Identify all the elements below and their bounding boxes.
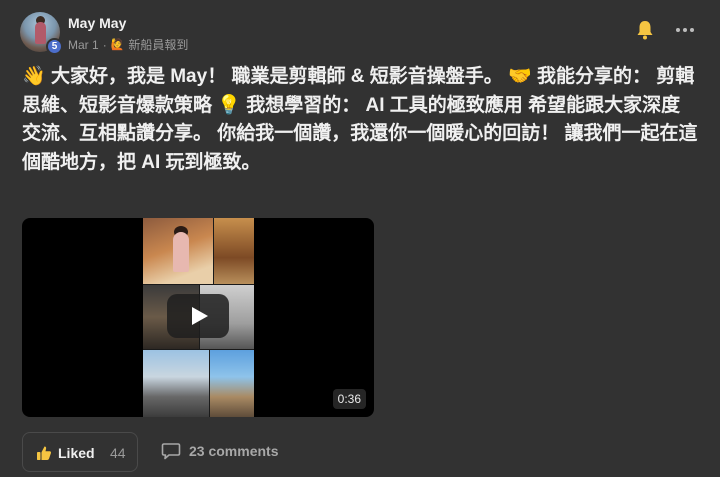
author-name[interactable]: May May bbox=[68, 15, 126, 31]
thumbnail-cell-restaurant bbox=[143, 218, 213, 284]
like-count[interactable]: 44 bbox=[110, 445, 126, 461]
post-header: 5 May May Mar 1 · 🙋 新船員報到 bbox=[20, 12, 700, 56]
play-icon[interactable] bbox=[167, 294, 229, 338]
category-label[interactable]: 新船員報到 bbox=[128, 36, 188, 53]
thumbs-up-icon bbox=[37, 446, 52, 460]
category-emoji-icon: 🙋 bbox=[110, 39, 125, 51]
like-label: Liked bbox=[58, 445, 95, 461]
light-bulb-emoji-icon: 💡 bbox=[217, 94, 241, 116]
post-date[interactable]: Mar 1 bbox=[68, 38, 99, 52]
thumbnail-cell-wood-shelves bbox=[214, 218, 254, 284]
comments-label: 23 comments bbox=[189, 443, 279, 459]
avatar-figure bbox=[35, 22, 46, 44]
thumbnail-cell-street bbox=[143, 350, 209, 417]
like-button[interactable]: Liked 44 bbox=[22, 432, 138, 472]
thumbnail-cell-harbor bbox=[210, 350, 254, 417]
waving-hand-emoji-icon: 👋 bbox=[22, 66, 46, 87]
thumbnail-person bbox=[173, 232, 189, 272]
meta-separator: · bbox=[102, 37, 107, 52]
video-player[interactable]: 0:36 bbox=[22, 218, 374, 417]
level-badge: 5 bbox=[46, 38, 63, 55]
post-meta: Mar 1 · 🙋 新船員報到 bbox=[68, 36, 188, 53]
comments-link[interactable]: 23 comments bbox=[161, 442, 278, 460]
handshake-emoji-icon: 🤝 bbox=[508, 66, 532, 87]
more-options-icon[interactable] bbox=[674, 22, 696, 38]
comment-icon bbox=[161, 443, 181, 460]
video-duration: 0:36 bbox=[332, 389, 366, 409]
post-body-intro: 大家好，我是 May！ 職業是剪輯師 & 短影音操盤手。 bbox=[50, 66, 509, 87]
post-body: 👋 大家好，我是 May！ 職業是剪輯師 & 短影音操盤手。 🤝 我能分享的： … bbox=[22, 63, 698, 177]
bell-icon[interactable] bbox=[636, 20, 654, 40]
